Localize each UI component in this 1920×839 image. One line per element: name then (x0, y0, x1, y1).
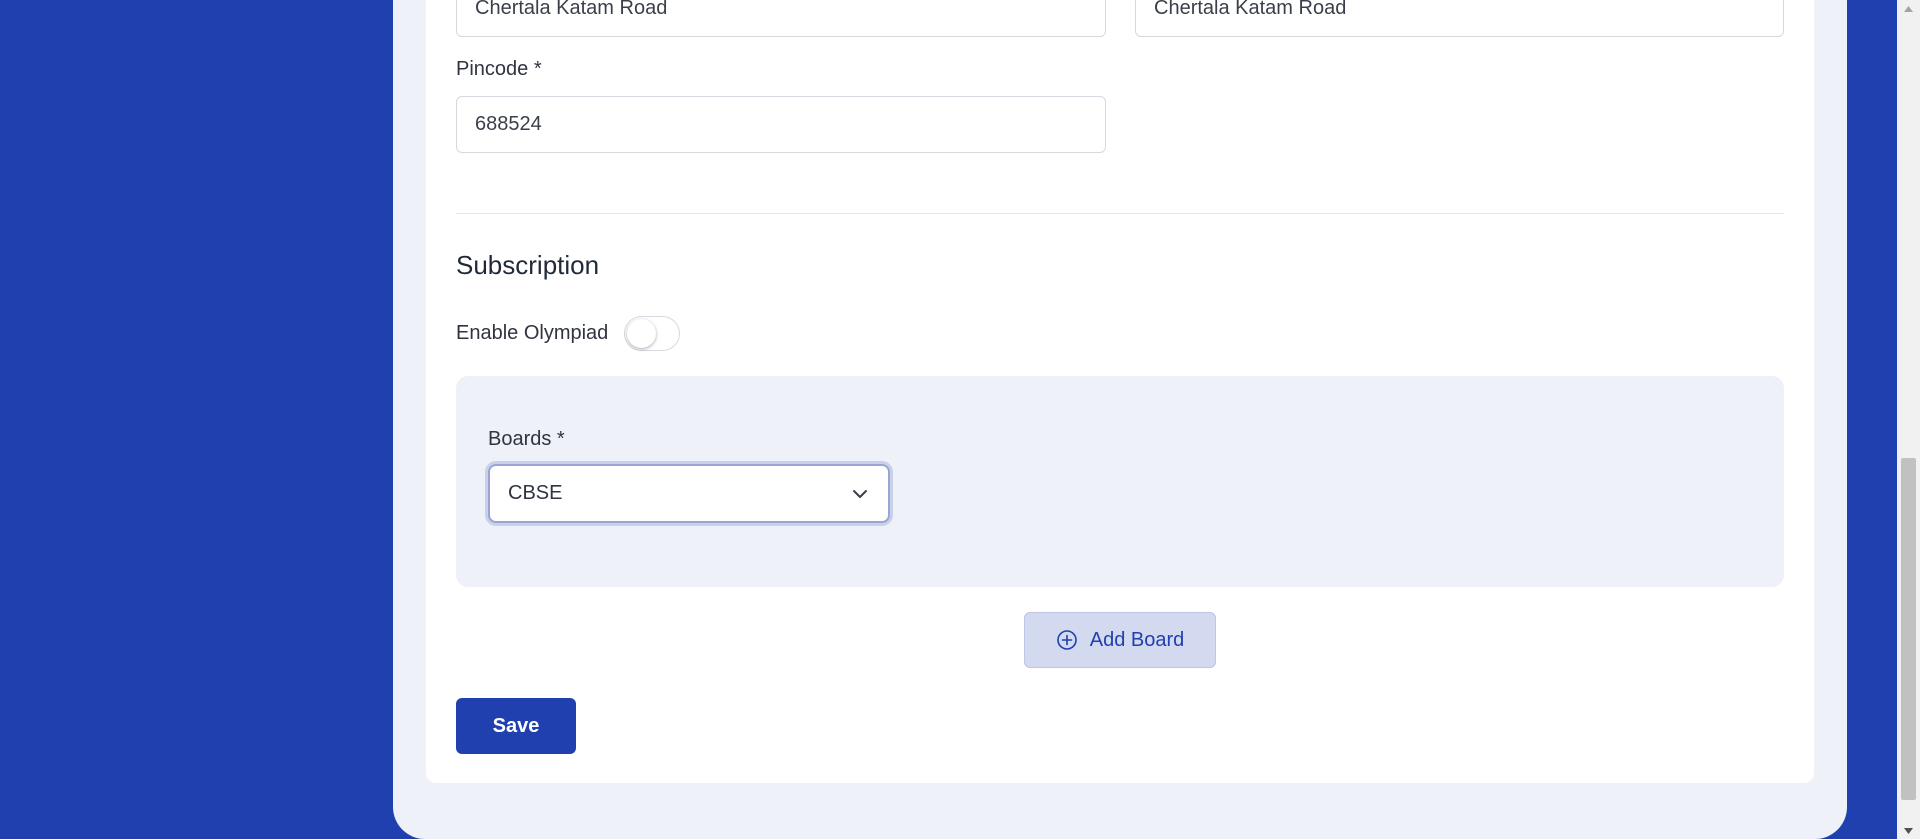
address-line-left-value: Chertala Katam Road (475, 0, 668, 19)
scrollbar-thumb[interactable] (1901, 458, 1916, 800)
save-button[interactable]: Save (456, 698, 576, 754)
scroll-down-arrow-icon[interactable] (1897, 822, 1920, 839)
address-line-left-input[interactable]: Chertala Katam Road (456, 0, 1106, 37)
plus-circle-icon (1056, 630, 1077, 650)
page-scrollbar[interactable] (1897, 0, 1920, 839)
address-line-right-input[interactable]: Chertala Katam Road (1135, 0, 1784, 37)
add-board-label: Add Board (1089, 628, 1185, 651)
chevron-down-icon (853, 490, 867, 498)
add-board-button[interactable]: Add Board (1024, 612, 1216, 668)
save-label: Save (492, 714, 540, 737)
enable-olympiad-toggle[interactable] (624, 316, 680, 351)
pincode-value: 688524 (475, 113, 542, 135)
address-line-right-value: Chertala Katam Road (1154, 0, 1347, 19)
pincode-label: Pincode * (456, 58, 542, 80)
scroll-up-arrow-icon[interactable] (1897, 0, 1920, 17)
boards-select[interactable]: CBSE (488, 464, 890, 523)
toggle-knob (627, 319, 656, 348)
pincode-input[interactable]: 688524 (456, 96, 1106, 153)
section-divider (456, 213, 1784, 214)
boards-selected-value: CBSE (508, 482, 563, 504)
subscription-title: Subscription (456, 250, 600, 280)
boards-label: Boards * (488, 428, 565, 450)
enable-olympiad-label: Enable Olympiad (456, 322, 609, 344)
